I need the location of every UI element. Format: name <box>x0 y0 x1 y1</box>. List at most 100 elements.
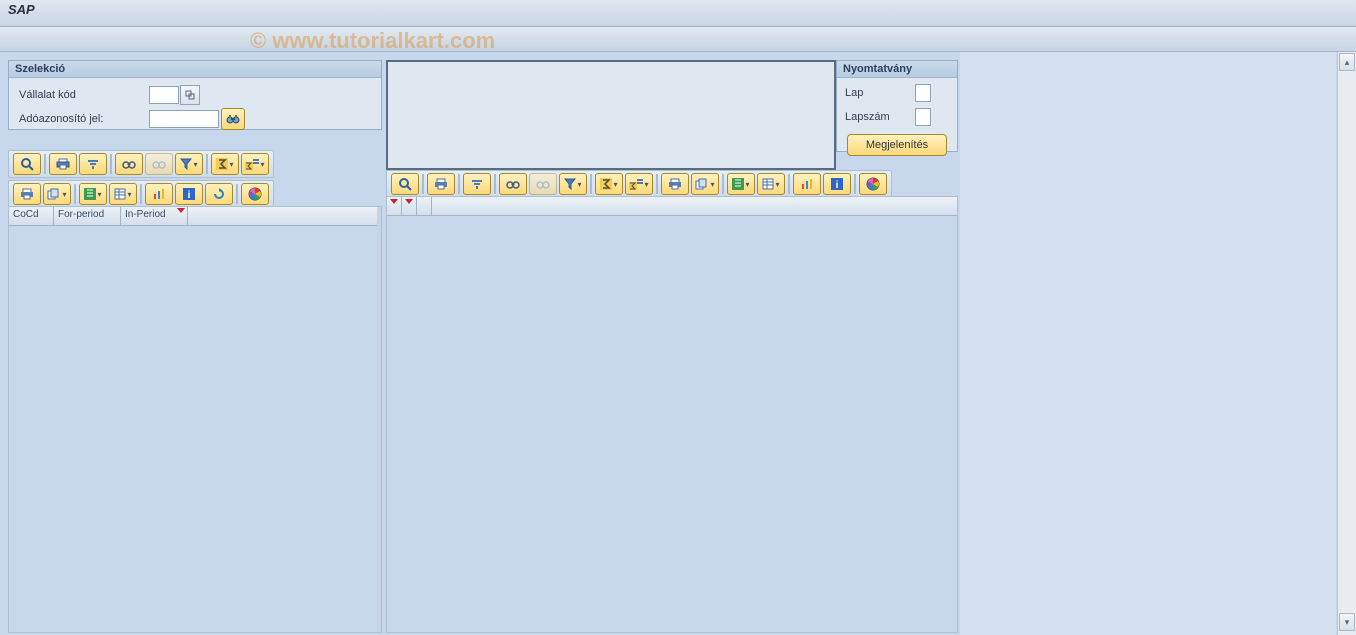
grid-header-right <box>387 197 957 216</box>
column-cocd[interactable]: CoCd <box>9 207 54 225</box>
separator <box>494 174 496 194</box>
export-button[interactable] <box>13 183 41 205</box>
print-button[interactable] <box>49 153 77 175</box>
alv-toolbar-left-1: ▾ ▾ ▾ <box>8 150 274 178</box>
title-bar: SAP <box>0 0 1356 27</box>
print-icon <box>668 178 682 190</box>
right-blank-area <box>960 52 1336 635</box>
subtotal-icon <box>245 158 259 170</box>
send-button-r[interactable]: ▾ <box>691 173 719 195</box>
separator <box>74 184 76 204</box>
info-button[interactable]: i <box>175 183 203 205</box>
selection-body: Vállalat kód Adóazonosító jel: <box>9 78 381 138</box>
graphic-button-r[interactable] <box>793 173 821 195</box>
application-toolbar <box>0 27 1356 52</box>
find-button-r[interactable] <box>499 173 527 195</box>
color-circle-icon <box>866 177 880 191</box>
print-preview-button[interactable] <box>79 153 107 175</box>
documents-icon <box>695 178 709 190</box>
info-button-r[interactable]: i <box>823 173 851 195</box>
info-icon: i <box>183 188 195 200</box>
export-button-r[interactable] <box>661 173 689 195</box>
find-button[interactable] <box>115 153 143 175</box>
vertical-scrollbar[interactable]: ▴ ▾ <box>1337 52 1356 635</box>
layout-button[interactable]: ▾ <box>109 183 137 205</box>
set-filter-button-r[interactable]: ▾ <box>559 173 587 195</box>
details-button-r[interactable] <box>391 173 419 195</box>
find-next-button-r[interactable] <box>529 173 557 195</box>
sort-indicator-icon <box>177 208 185 213</box>
print-icon <box>434 178 448 190</box>
abc-button-r[interactable] <box>859 173 887 195</box>
sheet-row: Lap <box>845 82 949 104</box>
column-r-blank <box>432 197 957 215</box>
separator <box>788 174 790 194</box>
scroll-track[interactable] <box>1338 72 1356 612</box>
column-blank <box>188 207 381 225</box>
column-in-period[interactable]: In-Period <box>121 207 188 225</box>
dropdown-icon: ▾ <box>193 160 197 169</box>
funnel-icon <box>564 178 576 190</box>
alv-grid-right <box>386 196 958 633</box>
send-button[interactable]: ▾ <box>43 183 71 205</box>
subtotal-button[interactable]: ▾ <box>241 153 269 175</box>
column-for-period[interactable]: For-period <box>54 207 121 225</box>
scroll-down-button[interactable]: ▾ <box>1339 613 1355 631</box>
column-r2[interactable] <box>402 197 417 215</box>
tax-id-label: Adóazonosító jel: <box>19 113 149 125</box>
display-button[interactable]: Megjelenítés <box>847 134 947 156</box>
find-next-button[interactable] <box>145 153 173 175</box>
layout-icon <box>114 188 126 200</box>
sum-button[interactable]: ▾ <box>211 153 239 175</box>
dropdown-icon: ▾ <box>613 180 617 189</box>
refresh-button[interactable] <box>205 183 233 205</box>
separator <box>722 174 724 194</box>
dropdown-icon: ▾ <box>577 180 581 189</box>
filter-icon <box>471 178 483 190</box>
selection-header: Szelekció <box>9 61 381 78</box>
dropdown-icon: ▾ <box>260 160 264 169</box>
sheet-input[interactable] <box>915 84 931 102</box>
page-count-label: Lapszám <box>845 111 915 123</box>
tax-id-input[interactable] <box>149 110 219 128</box>
details-button[interactable] <box>13 153 41 175</box>
sum-button-r[interactable]: ▾ <box>595 173 623 195</box>
dropdown-icon: ▾ <box>97 190 101 199</box>
sheet-label: Lap <box>845 87 915 99</box>
form-panel: Nyomtatvány Lap Lapszám Megjelenítés <box>836 60 958 152</box>
splitter-left[interactable] <box>377 207 381 632</box>
layout-button-r[interactable]: ▾ <box>757 173 785 195</box>
abc-button[interactable] <box>241 183 269 205</box>
sort-indicator-icon <box>405 199 413 204</box>
graphic-button[interactable] <box>145 183 173 205</box>
alv-grid-left: CoCd For-period In-Period <box>8 206 382 633</box>
documents-icon <box>47 188 61 200</box>
separator <box>110 154 112 174</box>
print-button-r[interactable] <box>427 173 455 195</box>
page-count-input[interactable] <box>915 108 931 126</box>
dropdown-icon: ▾ <box>229 160 233 169</box>
dropdown-icon: ▾ <box>62 190 66 199</box>
app-title: SAP <box>8 2 35 17</box>
dropdown-icon: ▾ <box>710 180 714 189</box>
find-icon <box>122 158 136 170</box>
column-r1[interactable] <box>387 197 402 215</box>
sigma-icon <box>600 178 612 190</box>
company-code-f4-button[interactable] <box>180 85 200 105</box>
subtotal-button-r[interactable]: ▾ <box>625 173 653 195</box>
column-r3[interactable] <box>417 197 432 215</box>
print-preview-button-r[interactable] <box>463 173 491 195</box>
chart-icon <box>801 178 813 190</box>
company-code-input[interactable] <box>149 86 179 104</box>
chart-icon <box>153 188 165 200</box>
subtotal-icon <box>629 178 643 190</box>
print-icon <box>20 188 34 200</box>
grid-header-left: CoCd For-period In-Period <box>9 207 381 226</box>
separator <box>44 154 46 174</box>
local-file-button-r[interactable]: ▾ <box>727 173 755 195</box>
scroll-up-button[interactable]: ▴ <box>1339 53 1355 71</box>
tax-id-search-button[interactable] <box>221 108 245 130</box>
local-file-button[interactable]: ▾ <box>79 183 107 205</box>
refresh-icon <box>213 188 225 200</box>
set-filter-button[interactable]: ▾ <box>175 153 203 175</box>
